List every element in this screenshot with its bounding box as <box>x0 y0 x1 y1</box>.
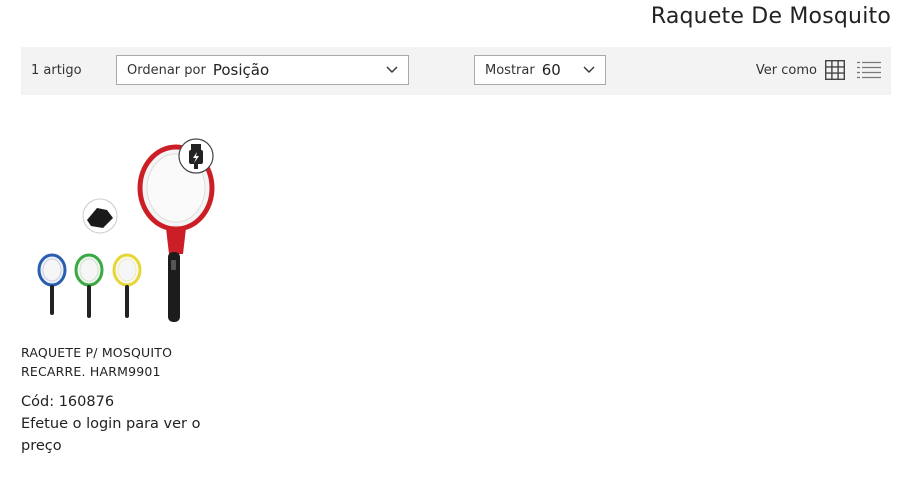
sort-value: Posição <box>212 61 270 79</box>
charger-badge <box>82 198 118 234</box>
limit-label: Mostrar <box>485 62 535 78</box>
sort-select[interactable]: Ordenar por Posição <box>116 55 409 85</box>
yellow-racket <box>112 253 142 318</box>
chevron-down-icon <box>583 66 595 73</box>
blue-racket <box>37 253 67 315</box>
page-title: Raquete De Mosquito <box>650 4 891 29</box>
usb-badge <box>178 138 214 174</box>
product-card: RAQUETE P/ MOSQUITO RECARRE. HARM9901 Có… <box>21 136 221 457</box>
green-racket <box>74 253 104 318</box>
view-mode: Ver como <box>756 60 881 80</box>
list-icon[interactable] <box>857 61 881 79</box>
sort-label: Ordenar por <box>127 62 206 78</box>
product-toolbar: 1 artigo Ordenar por Posição Mostrar 60 … <box>21 47 891 95</box>
product-count: 1 artigo <box>31 63 82 78</box>
product-name-link[interactable]: RAQUETE P/ MOSQUITO RECARRE. HARM9901 <box>21 343 221 381</box>
grid-icon[interactable] <box>825 60 845 80</box>
limit-value: 60 <box>541 61 561 79</box>
login-to-see-price: Efetue o login para ver o preço <box>21 416 201 454</box>
product-code: Cód: 160876 <box>21 394 115 410</box>
limit-select[interactable]: Mostrar 60 <box>474 55 606 85</box>
view-mode-label: Ver como <box>755 62 817 78</box>
product-image[interactable] <box>21 136 215 330</box>
chevron-down-icon <box>386 66 398 73</box>
red-racket <box>137 144 215 322</box>
